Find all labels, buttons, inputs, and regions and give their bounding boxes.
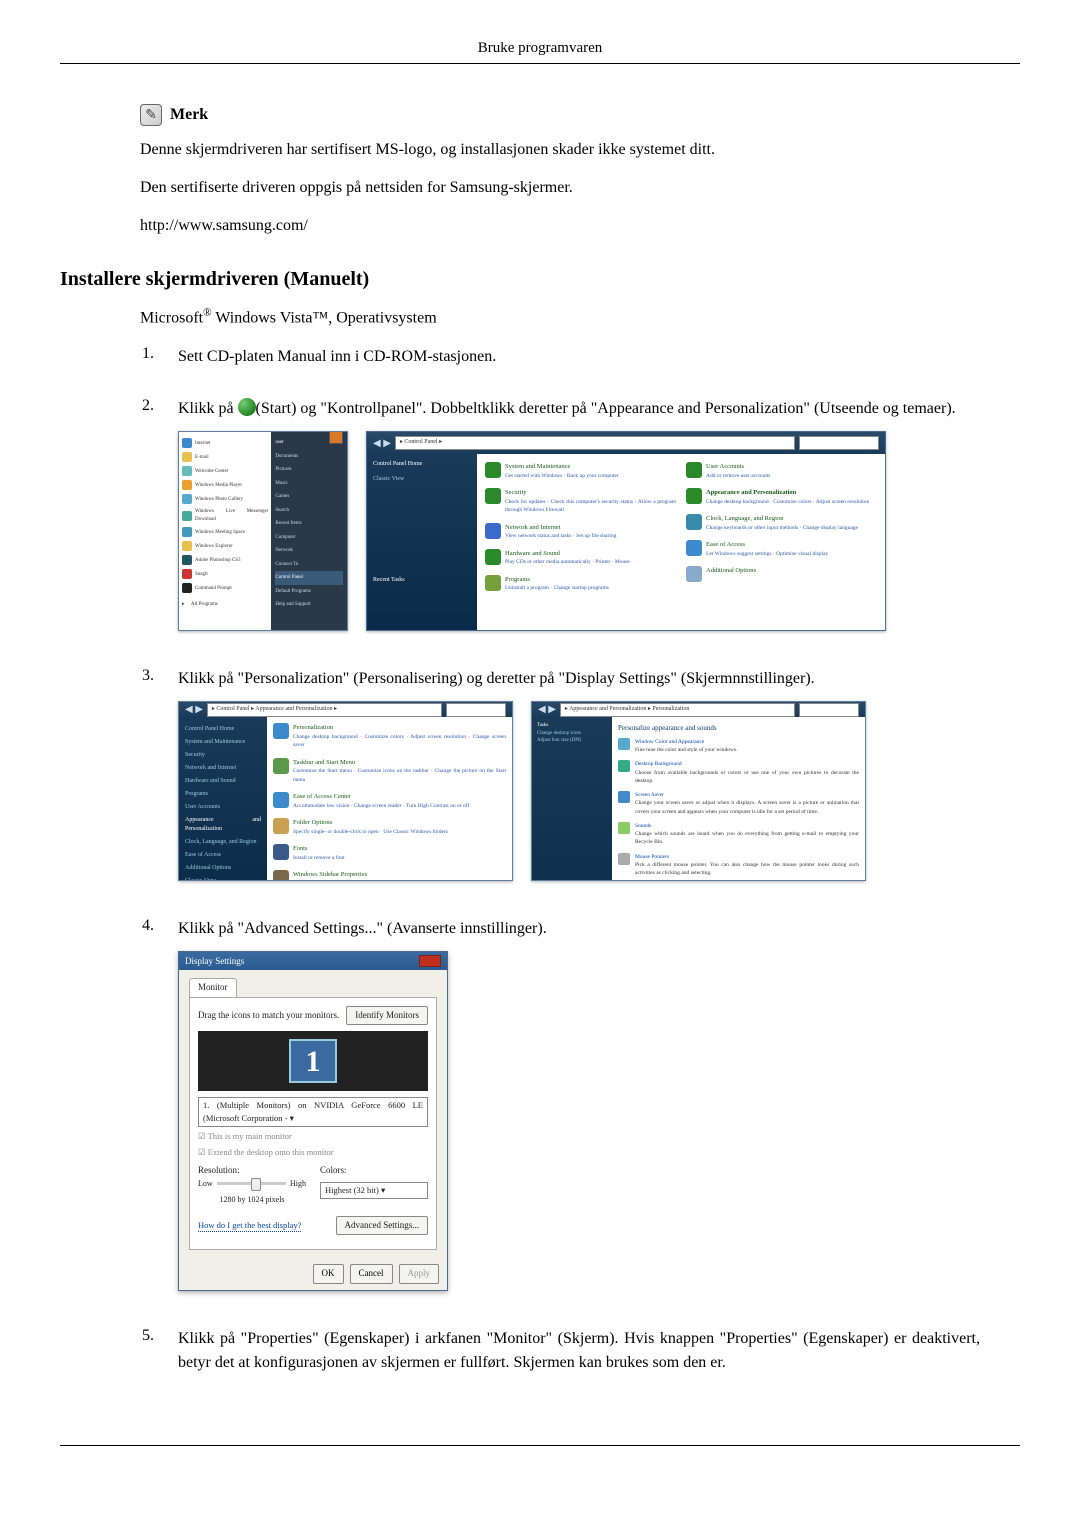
resolution-slider[interactable] xyxy=(217,1182,286,1185)
step-body: Klikk på "Personalization" (Personaliser… xyxy=(178,667,980,899)
header-title: Bruke programvaren xyxy=(478,40,603,56)
screenshot-row: ◀ ▶ ▸ Control Panel ▸ Appearance and Per… xyxy=(178,701,980,881)
step-3: 3. Klikk på "Personalization" (Personali… xyxy=(130,667,980,899)
tab-monitor[interactable]: Monitor xyxy=(189,978,237,997)
note-p2: Den sertifiserte driveren oppgis på nett… xyxy=(140,176,980,200)
step-body: Klikk på (Start) og "Kontrollpanel". Dob… xyxy=(178,397,980,649)
screenshot-start-menu: Internet E-mail Welcome Center Windows M… xyxy=(178,431,348,631)
step-num: 1. xyxy=(130,345,154,379)
screenshot-personalization: ◀ ▶ ▸ Appearance and Personalization ▸ P… xyxy=(531,701,866,881)
monitor-1[interactable]: 1 xyxy=(289,1039,337,1083)
note-p1: Denne skjermdriveren har sertifisert MS-… xyxy=(140,138,980,162)
step-4: 4. Klikk på "Advanced Settings..." (Avan… xyxy=(130,917,980,1309)
chk-main[interactable]: ☑ This is my main monitor xyxy=(198,1130,428,1143)
resolution-value: 1280 by 1024 pixels xyxy=(198,1194,306,1206)
dialog-title: Display Settings xyxy=(185,955,244,969)
apply-button[interactable]: Apply xyxy=(399,1264,440,1284)
screenshot-control-panel: ◀ ▶ ▸ Control Panel ▸ Control Panel Home… xyxy=(366,431,886,631)
note-block: ✎ Merk Denne skjermdriveren har sertifis… xyxy=(140,104,980,238)
screenshot-display-settings: Display Settings Monitor Drag the icons … xyxy=(178,951,448,1291)
close-icon[interactable] xyxy=(419,955,441,967)
cancel-button[interactable]: Cancel xyxy=(350,1264,393,1284)
page-header: Bruke programvaren xyxy=(60,40,1020,64)
step-1: 1. Sett CD-platen Manual inn i CD-ROM-st… xyxy=(130,345,980,379)
screenshot-appearance: ◀ ▶ ▸ Control Panel ▸ Appearance and Per… xyxy=(178,701,513,881)
screenshot-row: Internet E-mail Welcome Center Windows M… xyxy=(178,431,980,631)
startmenu-left: Internet E-mail Welcome Center Windows M… xyxy=(179,432,271,630)
step-num: 3. xyxy=(130,667,154,899)
note-body: Denne skjermdriveren har sertifisert MS-… xyxy=(140,138,980,238)
step-num: 5. xyxy=(130,1327,154,1385)
resolution-label: Resolution: xyxy=(198,1164,306,1178)
note-label: Merk xyxy=(170,106,208,124)
drag-prompt: Drag the icons to match your monitors. xyxy=(198,1009,339,1023)
help-link[interactable]: How do I get the best display? xyxy=(198,1219,301,1233)
step-num: 4. xyxy=(130,917,154,1309)
section-heading: Installere skjermdriveren (Manuelt) xyxy=(60,268,1020,291)
chk-extend[interactable]: ☑ Extend the desktop onto this monitor xyxy=(198,1146,428,1159)
steps-list: 1. Sett CD-platen Manual inn i CD-ROM-st… xyxy=(130,345,980,1385)
note-icon: ✎ xyxy=(140,104,162,126)
os-line: Microsoft® Windows Vista™, Operativsyste… xyxy=(140,307,1020,327)
avatar xyxy=(329,431,343,444)
advanced-button[interactable]: Advanced Settings... xyxy=(336,1216,429,1236)
dialog-titlebar: Display Settings xyxy=(179,952,447,970)
step-num: 2. xyxy=(130,397,154,649)
step-2: 2. Klikk på (Start) og "Kontrollpanel". … xyxy=(130,397,980,649)
start-icon xyxy=(238,398,256,416)
colors-label: Colors: xyxy=(320,1164,428,1178)
step-body: Klikk på "Properties" (Egenskaper) i ark… xyxy=(178,1327,980,1385)
note-title-row: ✎ Merk xyxy=(140,104,980,126)
monitor-select[interactable]: 1. (Multiple Monitors) on NVIDIA GeForce… xyxy=(198,1097,428,1127)
colors-select[interactable]: Highest (32 bit) ▾ xyxy=(320,1182,428,1199)
step-5: 5. Klikk på "Properties" (Egenskaper) i … xyxy=(130,1327,980,1385)
identify-button[interactable]: Identify Monitors xyxy=(346,1006,428,1026)
startmenu-right: user Documents Pictures Music Games Sear… xyxy=(271,432,347,630)
note-url: http://www.samsung.com/ xyxy=(140,214,980,238)
ok-button[interactable]: OK xyxy=(313,1264,344,1284)
step-body: Sett CD-platen Manual inn i CD-ROM-stasj… xyxy=(178,345,980,379)
monitor-preview: 1 xyxy=(198,1031,428,1091)
step-body: Klikk på "Advanced Settings..." (Avanser… xyxy=(178,917,980,1309)
page-footer xyxy=(60,1445,1020,1455)
